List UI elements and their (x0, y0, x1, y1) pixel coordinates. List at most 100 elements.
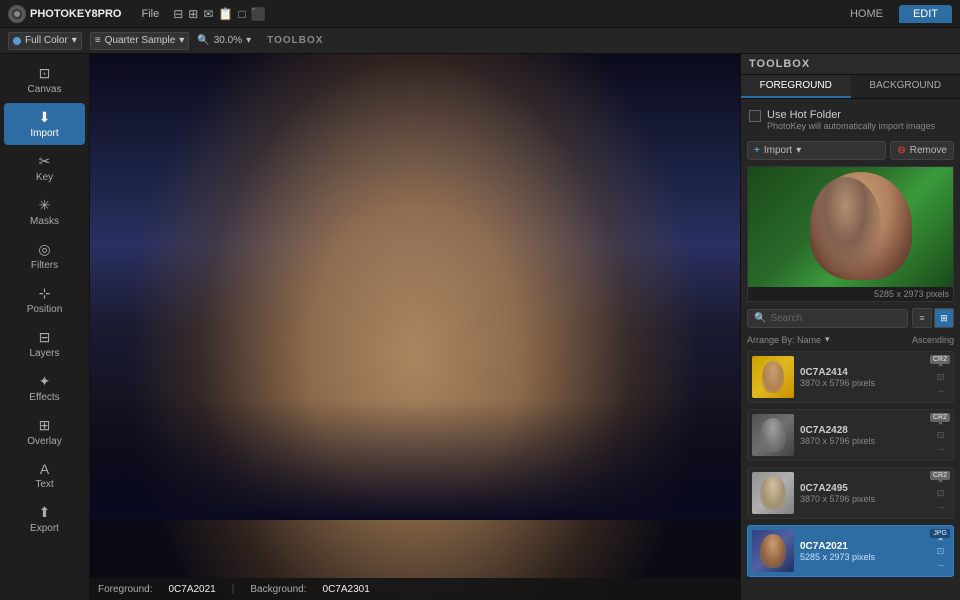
canvas-area[interactable]: Foreground: 0C7A2021 | Background: 0C7A2… (90, 54, 740, 600)
icon-window[interactable]: □ (238, 7, 245, 21)
icon-clipboard[interactable]: 📋 (218, 7, 233, 21)
export-icon: ⬆ (39, 504, 51, 521)
icon-display[interactable]: ⬛ (251, 7, 266, 21)
search-icon: 🔍 (754, 313, 766, 324)
arrange-left: Arrange By: Name ▾ (747, 334, 830, 345)
search-row: 🔍 Search ≡ ⊞ (747, 308, 954, 328)
tab-background[interactable]: BACKGROUND (851, 75, 960, 98)
nav-tabs: HOME EDIT (836, 5, 952, 23)
arrow-icon-1[interactable]: → (936, 443, 945, 453)
color-mode-select[interactable]: Full Color ▾ (8, 32, 82, 50)
sidebar-item-key[interactable]: ✂ Key (4, 147, 85, 189)
arrange-label: Arrange By: Name (747, 335, 821, 345)
overlay-icon: ⊞ (39, 417, 51, 434)
sidebar-label-overlay: Overlay (27, 436, 61, 447)
arrow-icon-2[interactable]: → (936, 501, 945, 511)
file-badge-0C7A2414: CR2 (930, 355, 950, 364)
remove-button[interactable]: ⊖ Remove (890, 141, 954, 160)
zoom-control: 🔍 30.0% ▾ (197, 35, 251, 46)
file-item-0C7A2495[interactable]: 0C7A2495 3870 x 5796 pixels CR2 ★ ⊡ → (747, 467, 954, 519)
toolbox-tabs: FOREGROUND BACKGROUND (741, 75, 960, 99)
import-button[interactable]: + Import ▾ (747, 141, 886, 160)
sidebar-item-overlay[interactable]: ⊞ Overlay (4, 411, 85, 453)
masks-icon: ✳ (39, 197, 51, 214)
thumb-person-0C7A2021 (760, 534, 786, 568)
menu-file[interactable]: File (134, 8, 168, 20)
icon-save[interactable]: ⊟ (173, 7, 183, 21)
icon-email[interactable]: ✉ (203, 7, 213, 21)
import-label: Import (764, 145, 792, 156)
sidebar-label-layers: Layers (29, 348, 59, 359)
sidebar-label-masks: Masks (30, 216, 59, 227)
sidebar-item-effects[interactable]: ✦ Effects (4, 367, 85, 409)
file-item-0C7A2021[interactable]: 0C7A2021 5285 x 2973 pixels JPG ★ ⊡ → (747, 525, 954, 577)
import-remove-row: + Import ▾ ⊖ Remove (747, 141, 954, 160)
logo-icon (8, 5, 26, 23)
preview-icon-0[interactable]: ⊡ (937, 372, 945, 383)
tab-foreground[interactable]: FOREGROUND (741, 75, 851, 98)
sidebar-label-import: Import (30, 128, 58, 139)
topbar: PHOTOKEY8PRO File ⊟ ⊞ ✉ 📋 □ ⬛ HOME EDIT (0, 0, 960, 28)
toolbox-content: Use Hot Folder PhotoKey will automatical… (741, 99, 960, 600)
preview-icon-1[interactable]: ⊡ (937, 430, 945, 441)
file-name-0C7A2021: 0C7A2021 (800, 541, 930, 552)
view-buttons: ≡ ⊞ (912, 308, 954, 328)
canvas-icon: ⊡ (39, 65, 51, 82)
foreground-label: Foreground: (98, 584, 152, 595)
sidebar: ⊡ Canvas ⬇ Import ✂ Key ✳ Masks ◎ Filter… (0, 54, 90, 600)
list-view-button[interactable]: ≡ (912, 308, 932, 328)
icon-open[interactable]: ⊞ (188, 7, 198, 21)
hot-folder-row: Use Hot Folder PhotoKey will automatical… (747, 105, 954, 135)
tab-home[interactable]: HOME (836, 5, 897, 23)
sample-select[interactable]: ≡ Quarter Sample ▾ (90, 32, 189, 50)
hot-folder-sublabel: PhotoKey will automatically import image… (767, 121, 935, 131)
chevron-arrange-icon: ▾ (825, 334, 830, 345)
sidebar-item-export[interactable]: ⬆ Export (4, 498, 85, 540)
sidebar-item-canvas[interactable]: ⊡ Canvas (4, 59, 85, 101)
file-info-0C7A2021: 0C7A2021 5285 x 2973 pixels (800, 541, 930, 562)
key-icon: ✂ (39, 153, 51, 170)
sidebar-label-position: Position (27, 304, 63, 315)
preview-image (748, 167, 953, 287)
tab-edit[interactable]: EDIT (899, 5, 952, 23)
file-actions-0C7A2414: ★ ⊡ → (936, 359, 949, 395)
file-info-0C7A2414: 0C7A2414 3870 x 5796 pixels (800, 367, 930, 388)
sidebar-item-layers[interactable]: ⊟ Layers (4, 323, 85, 365)
sidebar-item-filters[interactable]: ◎ Filters (4, 235, 85, 277)
file-info-0C7A2428: 0C7A2428 3870 x 5796 pixels (800, 425, 930, 446)
color-dot (13, 37, 21, 45)
search-box[interactable]: 🔍 Search (747, 309, 908, 328)
status-bar: Foreground: 0C7A2021 | Background: 0C7A2… (90, 578, 740, 600)
sidebar-item-masks[interactable]: ✳ Masks (4, 191, 85, 233)
background-value: 0C7A2301 (323, 584, 370, 595)
file-dims-0C7A2495: 3870 x 5796 pixels (800, 494, 930, 504)
zoom-value: 30.0% (214, 35, 242, 46)
sidebar-item-text[interactable]: A Text (4, 455, 85, 496)
arrow-icon-3[interactable]: → (936, 559, 945, 569)
preview-icon-3[interactable]: ⊡ (937, 546, 945, 557)
sidebar-label-text: Text (35, 479, 53, 490)
sidebar-label-key: Key (36, 172, 53, 183)
sidebar-label-filters: Filters (31, 260, 58, 271)
toolbox-title: TOOLBOX (749, 58, 810, 70)
search-placeholder: Search (770, 313, 802, 324)
toolbox-panel: TOOLBOX FOREGROUND BACKGROUND Use Hot Fo… (740, 54, 960, 600)
file-dims-0C7A2428: 3870 x 5796 pixels (800, 436, 930, 446)
file-item-0C7A2414[interactable]: 0C7A2414 3870 x 5796 pixels CR2 ★ ⊡ → (747, 351, 954, 403)
grid-view-button[interactable]: ⊞ (934, 308, 954, 328)
sidebar-item-position[interactable]: ⊹ Position (4, 279, 85, 321)
hot-folder-checkbox[interactable] (749, 110, 761, 122)
preview-icon-2[interactable]: ⊡ (937, 488, 945, 499)
hot-folder-text: Use Hot Folder PhotoKey will automatical… (767, 109, 935, 131)
arrow-icon-0[interactable]: → (936, 385, 945, 395)
effects-icon: ✦ (39, 373, 51, 390)
toolbox-header: TOOLBOX (741, 54, 960, 75)
toolbox-label: TOOLBOX (267, 35, 323, 46)
order-label: Ascending (912, 335, 954, 345)
app-logo: PHOTOKEY8PRO (8, 5, 122, 23)
layers-icon: ⊟ (39, 329, 51, 346)
sidebar-item-import[interactable]: ⬇ Import (4, 103, 85, 145)
file-item-0C7A2428[interactable]: 0C7A2428 3870 x 5796 pixels CR2 ★ ⊡ → (747, 409, 954, 461)
filters-icon: ◎ (38, 241, 50, 258)
file-name-0C7A2414: 0C7A2414 (800, 367, 930, 378)
